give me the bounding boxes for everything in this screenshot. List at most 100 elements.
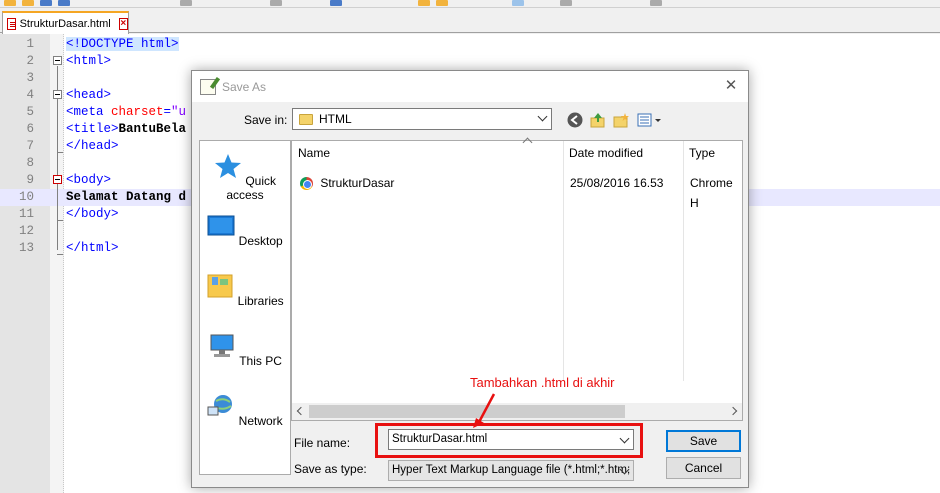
line-number: 7 (26, 139, 34, 153)
code-token: <html> (66, 54, 112, 68)
save-type-select[interactable]: Hyper Text Markup Language file (*.html;… (388, 460, 634, 481)
code-text: <head> (66, 87, 111, 104)
close-icon[interactable]: × (118, 17, 128, 30)
line-number: 9 (26, 173, 34, 187)
file-date: 25/08/2016 16.53 (570, 176, 664, 190)
place-label: Libraries (237, 294, 284, 308)
column-header-date[interactable]: Date modified (563, 141, 643, 165)
save-in-label: Save in: (244, 113, 288, 127)
new-folder-icon[interactable] (613, 112, 629, 128)
code-token: "u (171, 105, 187, 119)
zoom-icon[interactable] (650, 0, 662, 6)
chevron-down-icon (537, 111, 548, 122)
line-number: 3 (26, 71, 34, 85)
place-network[interactable]: Network (200, 393, 290, 428)
folder-icon (299, 113, 313, 125)
code-token: <body> (66, 173, 112, 187)
tab-bar: StrukturDasar.html × (0, 9, 940, 34)
column-header-type[interactable]: Type (683, 141, 715, 165)
place-libraries[interactable]: Libraries (200, 273, 290, 308)
save-button[interactable]: Save (666, 430, 741, 452)
code-token: <title> (66, 122, 119, 136)
tab-label: StrukturDasar.html (19, 17, 111, 30)
place-quick-access[interactable]: Quick access (200, 153, 290, 202)
save-in-value: HTML (319, 112, 352, 126)
open-file-icon[interactable] (22, 0, 34, 6)
paste-icon[interactable] (330, 0, 342, 6)
code-text: </body> (66, 206, 119, 223)
star-icon (214, 154, 241, 178)
code-token: </head> (66, 139, 119, 153)
replace-icon[interactable] (560, 0, 572, 6)
code-token: <meta (66, 105, 112, 119)
code-line[interactable]: 1 <!DOCTYPE html> (0, 36, 940, 53)
code-text: <meta charset="u (66, 104, 186, 121)
horizontal-scrollbar[interactable] (292, 403, 742, 420)
code-text: <html> (66, 53, 111, 70)
code-text: <!DOCTYPE html> (66, 36, 179, 53)
scroll-right-icon[interactable] (728, 406, 738, 416)
code-text: </head> (66, 138, 119, 155)
code-line[interactable]: 2 <html> (0, 53, 940, 70)
line-number: 12 (18, 224, 34, 238)
line-number: 10 (18, 190, 34, 204)
file-type: Chrome H (690, 176, 733, 210)
scroll-left-icon[interactable] (296, 406, 306, 416)
save-type-label: Save as type: (294, 462, 367, 476)
place-label: Network (238, 414, 283, 428)
annotation-text: Tambahkan .html di akhir (470, 375, 615, 390)
back-icon[interactable] (567, 112, 583, 128)
line-number: 1 (26, 37, 34, 51)
chrome-icon (300, 177, 313, 191)
dialog-titlebar[interactable]: Save As ✕ (192, 71, 748, 102)
close-icon[interactable]: ✕ (722, 77, 740, 95)
fold-toggle-head-icon[interactable] (53, 90, 62, 99)
places-bar: Quick access Desktop Libraries This PC N… (199, 140, 291, 475)
code-text: <title>BantuBela (66, 121, 186, 138)
place-this-pc[interactable]: This PC (200, 333, 290, 368)
file-icon (7, 17, 16, 30)
network-icon (207, 395, 233, 416)
save-icon[interactable] (40, 0, 52, 6)
code-token: </html> (66, 241, 119, 255)
computer-icon (210, 334, 234, 357)
new-file-icon[interactable] (4, 0, 16, 6)
place-label: Desktop (238, 234, 283, 248)
code-token: <!DOCTYPE html> (66, 37, 179, 51)
place-label: This PC (239, 354, 282, 368)
view-menu-icon[interactable] (637, 112, 663, 128)
column-header-name[interactable]: Name (292, 141, 330, 165)
scrollbar-thumb[interactable] (309, 405, 625, 418)
file-name-label: File name: (294, 436, 351, 450)
fold-toggle-body-icon[interactable] (53, 175, 62, 184)
line-number: 2 (26, 54, 34, 68)
undo-icon[interactable] (418, 0, 430, 6)
code-token: Selamat Datang d (66, 190, 187, 204)
save-type-value: Hyper Text Markup Language file (*.html;… (392, 464, 631, 476)
save-in-dropdown[interactable]: HTML (292, 108, 552, 130)
code-token: charset (111, 105, 164, 119)
up-folder-icon[interactable] (590, 112, 606, 128)
redo-icon[interactable] (436, 0, 448, 6)
find-icon[interactable] (512, 0, 524, 6)
line-number: 11 (18, 207, 34, 221)
highlight-box (375, 423, 643, 458)
arrow-icon (473, 393, 496, 428)
line-number: 8 (26, 156, 34, 170)
tab-strukturdasar[interactable]: StrukturDasar.html × (2, 11, 129, 34)
file-row[interactable]: StrukturDasar 25/08/2016 16.53 Chrome H (300, 173, 740, 210)
line-number: 6 (26, 122, 34, 136)
fold-toggle-html-icon[interactable] (53, 56, 62, 65)
sort-ascending-icon (522, 137, 533, 148)
file-name: StrukturDasar (320, 176, 395, 190)
save-all-icon[interactable] (58, 0, 70, 6)
desktop-icon (207, 215, 235, 236)
cancel-button[interactable]: Cancel (666, 457, 741, 479)
cut-icon[interactable] (180, 0, 192, 6)
copy-icon[interactable] (270, 0, 282, 6)
notepad-icon (200, 78, 216, 95)
place-desktop[interactable]: Desktop (200, 213, 290, 248)
dialog-title: Save As (222, 79, 267, 94)
code-token: = (163, 105, 172, 119)
line-number: 5 (26, 105, 34, 119)
